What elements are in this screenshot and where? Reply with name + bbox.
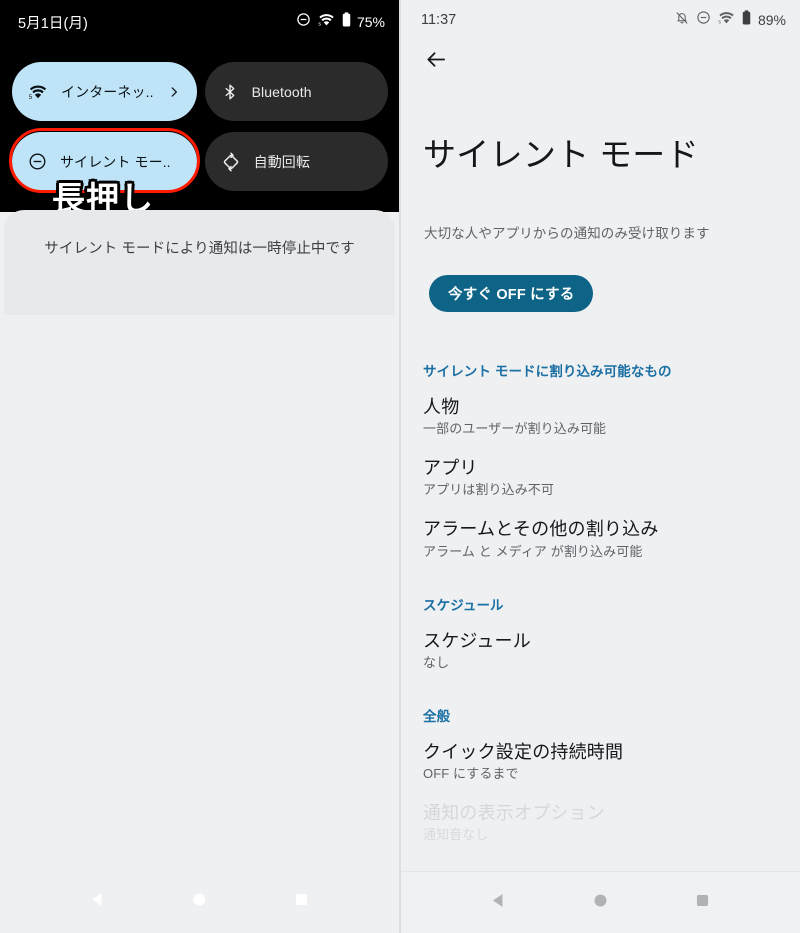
left-navigation-bar xyxy=(0,871,399,933)
section-header-schedule: スケジュール xyxy=(423,597,504,613)
wifi-icon: 5 xyxy=(718,10,735,30)
battery-percent: 75% xyxy=(356,14,385,30)
notification-paused-message: サイレント モードにより通知は一時停止中です xyxy=(44,241,355,257)
list-item-title: アラームとその他の割り込み xyxy=(423,519,659,540)
chevron-right-icon[interactable] xyxy=(167,85,181,99)
list-item-summary: 通知音なし xyxy=(423,827,489,843)
back-arrow-icon[interactable] xyxy=(421,44,451,74)
svg-text:5: 5 xyxy=(718,20,721,25)
list-item-quick-settings-duration[interactable]: クイック設定の持続時間 OFF にするまで xyxy=(401,731,800,792)
home-circle-icon[interactable] xyxy=(591,891,610,915)
back-triangle-icon[interactable] xyxy=(88,890,107,914)
quick-tile-internet[interactable]: 5 インターネッ.. xyxy=(12,62,197,121)
list-item-alarms-and-other-interruptions[interactable]: アラームとその他の割り込み アラーム と メディア が割り込み可能 xyxy=(401,508,800,569)
status-bar-date: 5月1日(月) xyxy=(18,15,88,32)
quick-tile-label: 自動回転 xyxy=(253,153,310,170)
list-item-title: アプリ xyxy=(423,458,478,479)
dnd-circle-minus-icon xyxy=(696,10,711,30)
recents-square-icon[interactable] xyxy=(292,890,311,914)
list-item-summary: アラーム と メディア が割り込み可能 xyxy=(423,543,643,559)
quick-tile-auto-rotate[interactable]: 自動回転 xyxy=(204,132,388,191)
list-item-title: 人物 xyxy=(423,397,460,417)
right-status-bar-icons: 5 89% xyxy=(675,10,786,30)
dnd-circle-minus-icon xyxy=(28,152,47,171)
wifi-icon: 5 xyxy=(28,83,48,100)
list-item-summary: なし xyxy=(423,654,450,670)
recents-square-icon[interactable] xyxy=(693,891,712,915)
right-status-bar: 11:37 5 89% xyxy=(401,0,800,40)
status-bar-time: 11:37 xyxy=(421,12,457,28)
left-status-bar-icons: 5 75% xyxy=(296,12,385,32)
list-item-summary: アプリは割り込み不可 xyxy=(423,482,555,498)
back-triangle-icon[interactable] xyxy=(489,891,508,915)
list-item-people[interactable]: 人物 一部のユーザーが割り込み可能 xyxy=(401,386,800,447)
bell-muted-icon xyxy=(675,11,689,30)
turn-off-now-button[interactable]: 今すぐ OFF にする xyxy=(429,275,594,312)
svg-text:5: 5 xyxy=(29,94,33,100)
settings-list: サイレント モードに割り込み可能なもの 人物 一部のユーザーが割り込み可能 アプ… xyxy=(401,352,800,853)
list-item-apps[interactable]: アプリ アプリは割り込み不可 xyxy=(401,447,800,508)
home-circle-icon[interactable] xyxy=(190,890,209,914)
wifi-icon: 5 xyxy=(318,12,335,32)
battery-icon xyxy=(742,10,751,30)
bluetooth-icon xyxy=(221,82,239,102)
battery-icon xyxy=(342,12,351,32)
right-phone-screen: 11:37 5 89% サイレント モード 大切な人やアプリからの通知のみ受け取… xyxy=(401,0,800,933)
section-header-interruptions: サイレント モードに割り込み可能なもの xyxy=(423,364,672,379)
svg-text:5: 5 xyxy=(318,22,321,27)
list-item-title: 通知の表示オプション xyxy=(423,802,605,823)
page-subtitle: 大切な人やアプリからの通知のみ受け取ります xyxy=(424,226,710,241)
quick-tile-label: Bluetooth xyxy=(251,83,312,100)
section-header-general: 全般 xyxy=(423,708,451,724)
turn-off-now-button-wrap: 今すぐ OFF にする xyxy=(429,275,594,312)
list-item-schedule[interactable]: スケジュール なし xyxy=(401,620,800,681)
notification-shade-card: サイレント モードにより通知は一時停止中です xyxy=(4,210,395,315)
dnd-circle-minus-icon xyxy=(296,12,311,32)
page-title: サイレント モード xyxy=(423,136,699,173)
list-item-notification-display-options[interactable]: 通知の表示オプション 通知音なし xyxy=(401,792,800,853)
list-item-title: クイック設定の持続時間 xyxy=(423,741,624,762)
quick-tile-label: インターネッ.. xyxy=(61,83,154,100)
left-phone-screen: 5月1日(月) 5 75% 5 インターネッ.. Bluetooth サイレント… xyxy=(0,0,399,933)
battery-percent: 89% xyxy=(757,12,786,28)
list-item-summary: 一部のユーザーが割り込み可能 xyxy=(423,421,607,437)
list-item-title: スケジュール xyxy=(423,630,531,651)
quick-tile-label: サイレント モー.. xyxy=(60,153,171,170)
screenshot-root: 5月1日(月) 5 75% 5 インターネッ.. Bluetooth サイレント… xyxy=(0,0,800,933)
list-item-summary: OFF にするまで xyxy=(423,766,519,782)
auto-rotate-icon xyxy=(221,152,241,172)
quick-tile-bluetooth[interactable]: Bluetooth xyxy=(204,62,388,121)
right-navigation-bar xyxy=(401,871,800,933)
left-status-bar: 5月1日(月) 5 75% xyxy=(0,0,399,44)
